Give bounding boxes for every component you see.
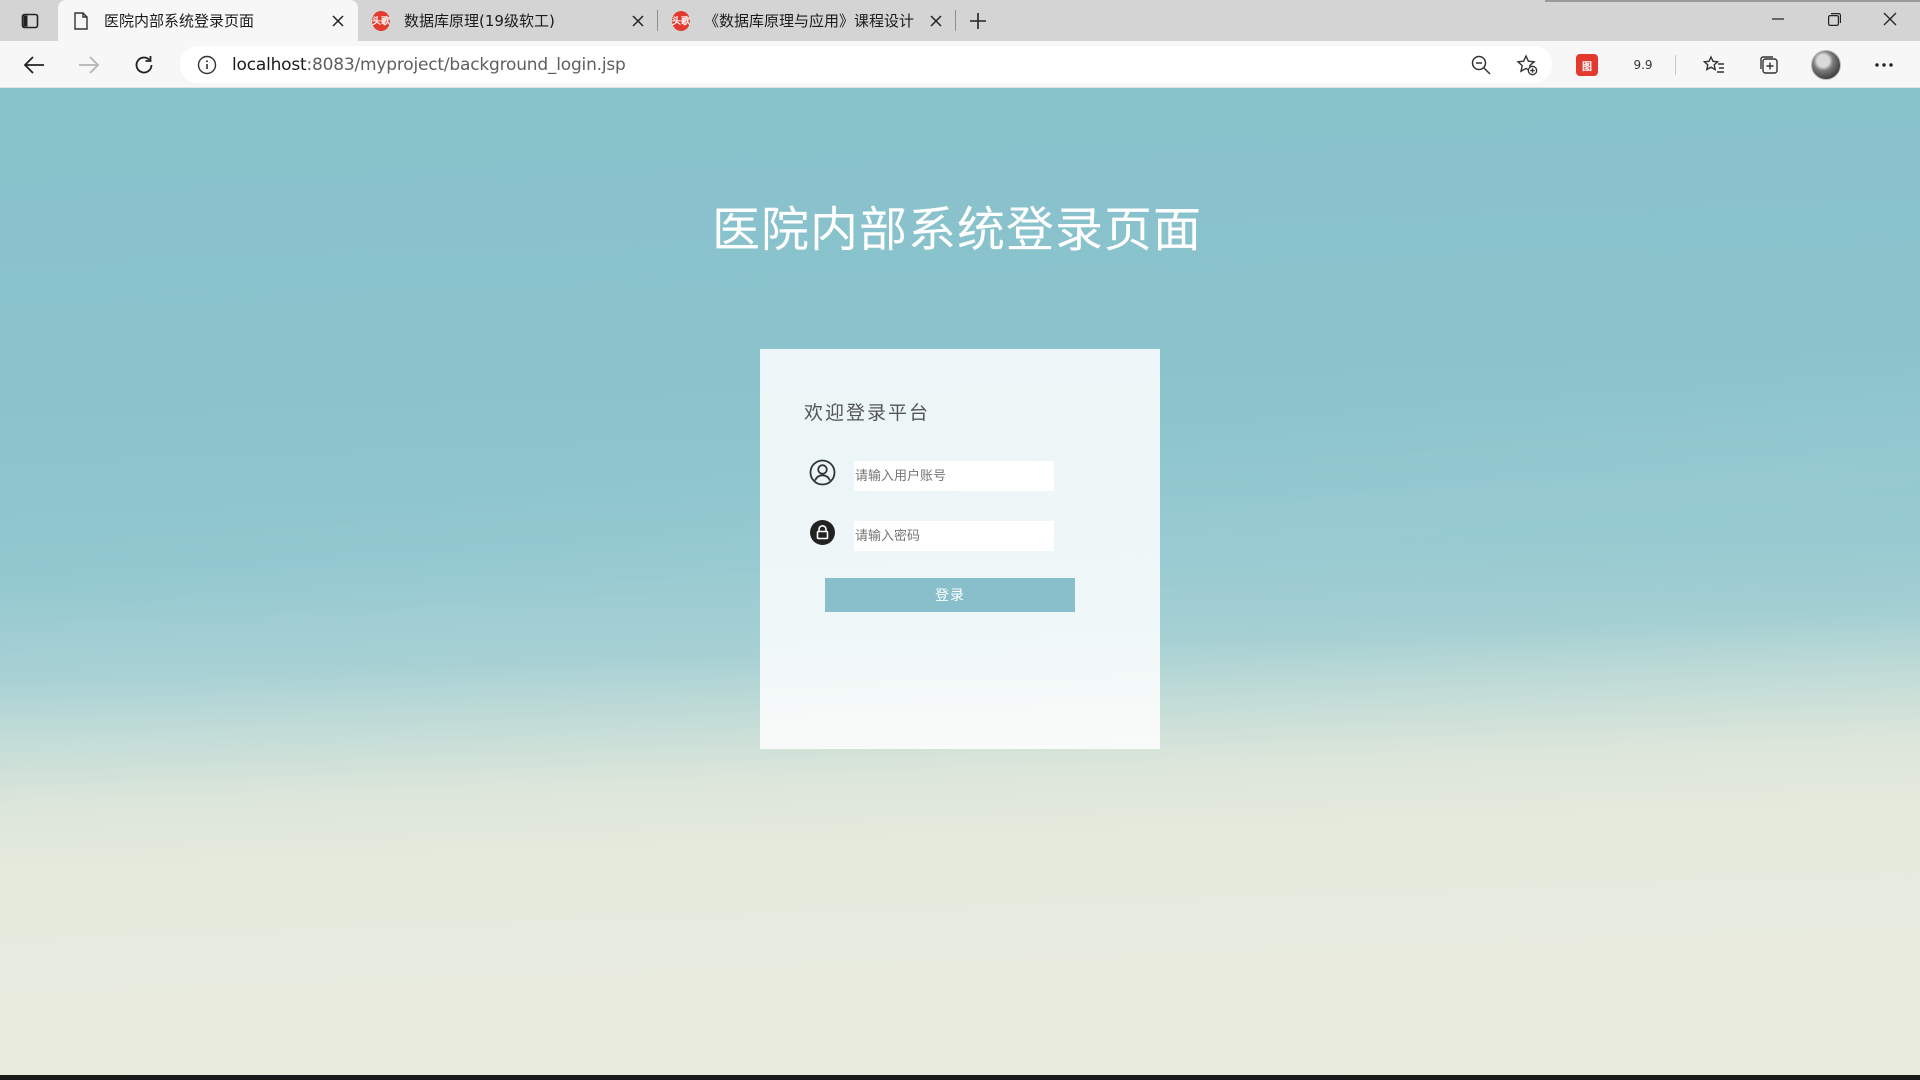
username-input[interactable] <box>854 461 1054 491</box>
tab-hospital-login[interactable]: 医院内部系统登录页面 <box>58 0 358 41</box>
plus-icon <box>970 13 986 29</box>
arrow-left-icon <box>23 56 44 74</box>
favicon-logo-text: 头歌 <box>672 10 690 31</box>
password-input[interactable] <box>854 521 1054 551</box>
favorites-icon <box>1703 55 1724 73</box>
red-circle-logo-icon: 头歌 <box>672 10 690 31</box>
address-bar[interactable]: localhost:8083/myproject/background_logi… <box>180 46 1552 83</box>
tab-actions-button[interactable] <box>12 6 48 36</box>
minimize-button[interactable] <box>1750 0 1806 38</box>
page-title: 医院内部系统登录页面 <box>711 202 1202 258</box>
profile-button[interactable] <box>1808 47 1844 83</box>
settings-menu-button[interactable] <box>1866 47 1902 83</box>
more-icon <box>1875 63 1893 67</box>
extension-button[interactable]: 图 <box>1569 47 1605 83</box>
url-path: :8083/myproject/background_login.jsp <box>306 54 626 75</box>
avatar <box>1811 50 1841 80</box>
tab-close-button[interactable] <box>922 7 950 35</box>
close-window-button[interactable] <box>1862 0 1918 38</box>
tab-course-design[interactable]: 头歌 《数据库原理与应用》课程设计 <box>658 0 956 41</box>
url-host: localhost <box>232 54 307 75</box>
collections-icon <box>1760 56 1778 74</box>
red-circle-logo-icon: 头歌 <box>372 10 390 31</box>
favorites-button[interactable] <box>1696 47 1732 83</box>
tab-separator <box>955 10 956 31</box>
tab-title: 《数据库原理与应用》课程设计 <box>704 12 915 30</box>
refresh-button[interactable] <box>126 47 162 83</box>
restore-icon <box>1827 12 1841 26</box>
back-button[interactable] <box>16 47 52 83</box>
login-button[interactable]: 登录 <box>825 578 1075 612</box>
tab-title: 医院内部系统登录页面 <box>104 12 255 30</box>
tab-close-button[interactable] <box>624 7 652 35</box>
user-icon <box>808 458 836 486</box>
login-card: 欢迎登录平台 登录 <box>760 349 1160 749</box>
restore-button[interactable] <box>1806 0 1862 38</box>
toolbar-divider <box>1675 55 1676 75</box>
extension-version-text: 9.9 <box>1633 58 1653 72</box>
close-icon <box>930 14 942 27</box>
tab-database-principles[interactable]: 头歌 数据库原理(19级软工) <box>358 0 658 41</box>
extension-red-icon: 图 <box>1576 54 1598 76</box>
page-icon <box>72 11 90 30</box>
favicon-logo-text: 头歌 <box>372 10 390 31</box>
arrow-right-icon <box>79 56 100 74</box>
tab-strip: 医院内部系统登录页面 头歌 数据库原理(19级软工) 头歌 《数据库原理与应用》… <box>0 0 1920 41</box>
new-tab-button[interactable] <box>962 6 994 36</box>
password-row <box>808 518 1068 551</box>
url-text[interactable]: localhost:8083/myproject/background_logi… <box>232 55 626 75</box>
tab-actions-icon <box>21 13 39 29</box>
star-add-icon <box>1516 54 1538 76</box>
refresh-icon <box>135 56 153 74</box>
welcome-heading: 欢迎登录平台 <box>804 402 931 424</box>
username-row <box>808 458 1068 491</box>
collections-button[interactable] <box>1751 47 1787 83</box>
close-icon <box>332 14 344 27</box>
tab-title: 数据库原理(19级软工) <box>404 12 555 30</box>
zoom-out-button[interactable] <box>1464 48 1498 82</box>
tab-close-button[interactable] <box>324 7 352 35</box>
minimize-icon <box>1772 18 1784 20</box>
close-icon <box>1883 12 1897 26</box>
lock-icon <box>808 518 836 546</box>
site-info-icon[interactable] <box>196 54 218 76</box>
taskbar-edge <box>0 1075 1920 1080</box>
zoom-out-icon <box>1471 55 1491 75</box>
forward-button[interactable] <box>71 47 107 83</box>
browser-toolbar: localhost:8083/myproject/background_logi… <box>0 41 1920 88</box>
close-icon <box>632 14 644 27</box>
page-content: 医院内部系统登录页面 欢迎登录平台 登录 <box>0 88 1920 1075</box>
extension-version-button[interactable]: 9.9 <box>1625 47 1661 83</box>
add-favorite-button[interactable] <box>1510 48 1544 82</box>
